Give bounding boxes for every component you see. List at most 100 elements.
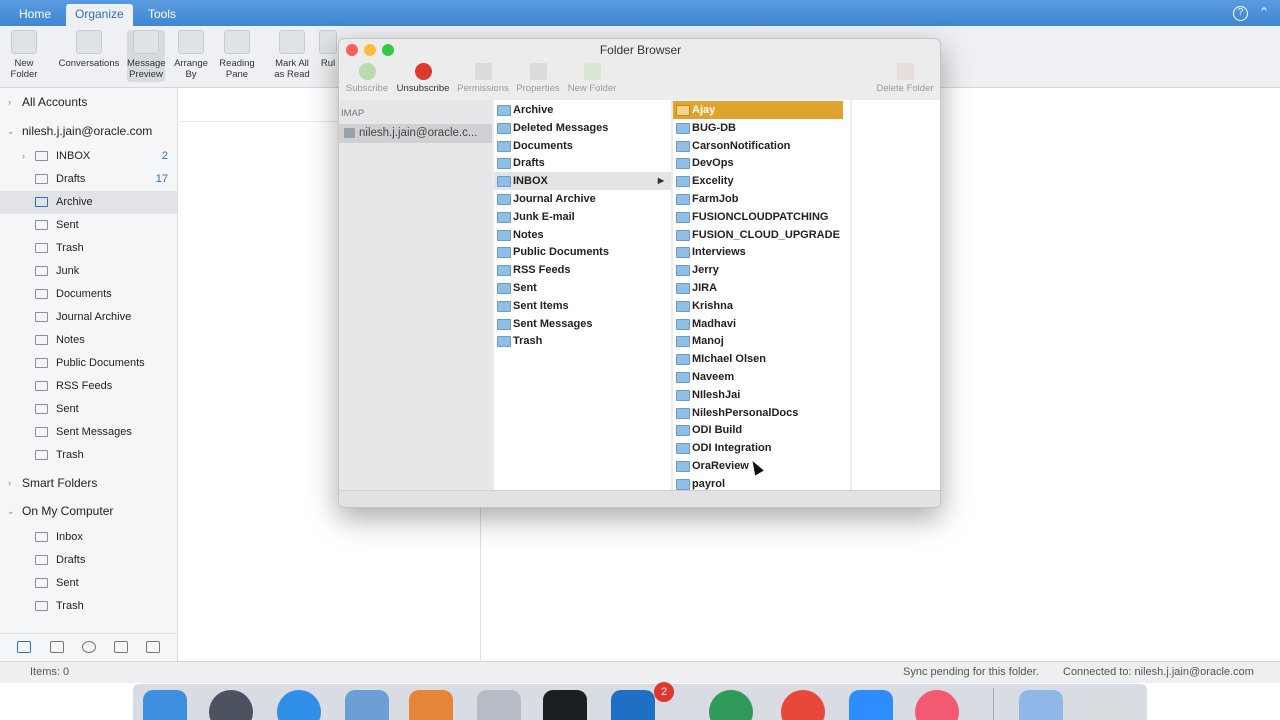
sidebar-item-sent[interactable]: Sent bbox=[0, 214, 177, 237]
basketball-app-icon[interactable] bbox=[409, 690, 453, 720]
folder-row[interactable]: ODI Integration bbox=[673, 439, 850, 457]
subscribe-button[interactable]: Subscribe bbox=[345, 63, 389, 94]
tab-home[interactable]: Home bbox=[10, 5, 60, 26]
sidebar-item-drafts[interactable]: Drafts 17 bbox=[0, 168, 177, 191]
folder-row[interactable]: Archive bbox=[494, 101, 671, 119]
folder-row[interactable]: Sent Items bbox=[494, 297, 671, 315]
sidebar-item-public-documents[interactable]: Public Documents bbox=[0, 352, 177, 375]
message-preview-button[interactable]: Message Preview bbox=[127, 30, 166, 82]
folder-row[interactable]: Ajay bbox=[673, 101, 843, 119]
dialog-title: Folder Browser bbox=[599, 43, 682, 57]
folder-row[interactable]: INBOX ▶ bbox=[494, 172, 671, 191]
folder-row[interactable]: FUSION_CLOUD_UPGRADE bbox=[673, 226, 850, 244]
folder-row[interactable]: RSS Feeds bbox=[494, 261, 671, 279]
rules-button[interactable]: Rul bbox=[318, 30, 338, 69]
folder-row[interactable]: Sent bbox=[494, 279, 671, 297]
folder-icon bbox=[676, 176, 690, 188]
local-item-inbox[interactable]: Inbox bbox=[0, 526, 177, 549]
conversations-button[interactable]: Conversations bbox=[56, 30, 122, 69]
sidebar-item-sent-messages[interactable]: Sent Messages bbox=[0, 421, 177, 444]
mark-all-as-read-button[interactable]: Mark All as Read bbox=[272, 30, 312, 80]
sidebar-item-rss-feeds[interactable]: RSS Feeds bbox=[0, 375, 177, 398]
sidebar-item-journal-archive[interactable]: Journal Archive bbox=[0, 306, 177, 329]
chevron-down-icon: ⌄ bbox=[7, 126, 15, 136]
folder-row[interactable]: Naveem bbox=[673, 368, 850, 386]
local-item-trash[interactable]: Trash bbox=[0, 595, 177, 618]
calendar-icon[interactable] bbox=[50, 641, 64, 653]
sidebar-item-trash[interactable]: Trash bbox=[0, 237, 177, 260]
trash-can-icon[interactable] bbox=[1085, 690, 1129, 720]
status-bar: Items: 0 Sync pending for this folder. C… bbox=[0, 661, 1280, 683]
folder-row[interactable]: Junk E-mail bbox=[494, 208, 671, 226]
safari-icon[interactable] bbox=[277, 690, 321, 720]
sidebar-item-documents[interactable]: Documents bbox=[0, 283, 177, 306]
unsubscribe-button[interactable]: Unsubscribe bbox=[395, 63, 451, 94]
help-icon[interactable]: ? bbox=[1233, 6, 1248, 21]
outlook-icon[interactable] bbox=[611, 690, 655, 720]
folder-row[interactable]: CarsonNotification bbox=[673, 137, 850, 155]
permissions-button[interactable]: Permissions bbox=[457, 63, 509, 94]
notes-icon[interactable] bbox=[146, 641, 160, 653]
sidebar-item-trash-folder[interactable]: Trash bbox=[0, 444, 177, 467]
finder-icon[interactable] bbox=[143, 690, 187, 720]
all-accounts-item[interactable]: › All Accounts bbox=[0, 91, 177, 114]
smart-folders-item[interactable]: › Smart Folders bbox=[0, 472, 177, 495]
folder-row[interactable]: JIRA bbox=[673, 279, 850, 297]
sidebar-item-sent-folder[interactable]: Sent bbox=[0, 398, 177, 421]
tasks-icon[interactable] bbox=[114, 641, 128, 653]
arrange-by-button[interactable]: Arrange By bbox=[171, 30, 211, 80]
people-icon[interactable] bbox=[82, 641, 96, 653]
activity-monitor-icon[interactable] bbox=[543, 690, 587, 720]
folder-row[interactable]: ODI Build bbox=[673, 421, 850, 439]
folder-icon bbox=[497, 300, 511, 312]
sidebar-item-inbox[interactable]: › INBOX 2 bbox=[0, 145, 177, 168]
tab-tools[interactable]: Tools bbox=[139, 5, 185, 26]
folder-row[interactable]: Krishna bbox=[673, 297, 850, 315]
folder-row[interactable]: Deleted Messages bbox=[494, 119, 671, 137]
folder-row[interactable]: Madhavi bbox=[673, 315, 850, 333]
folder-row[interactable]: DevOps bbox=[673, 154, 850, 172]
properties-button[interactable]: Properties bbox=[514, 63, 562, 94]
imap-account-row[interactable]: nilesh.j.jain@oracle.c... bbox=[339, 124, 492, 143]
folder-row[interactable]: Interviews bbox=[673, 243, 850, 261]
folder-row[interactable]: FUSIONCLOUDPATCHING bbox=[673, 208, 850, 226]
folder-row[interactable]: Manoj bbox=[673, 332, 850, 350]
zoom-icon[interactable] bbox=[849, 690, 893, 720]
folder-row[interactable]: NileshPersonalDocs bbox=[673, 404, 850, 422]
sidebar-item-junk[interactable]: Junk bbox=[0, 260, 177, 283]
folder-row[interactable]: Excelity bbox=[673, 172, 850, 190]
mail-icon[interactable] bbox=[17, 641, 31, 653]
new-folder-button[interactable]: New Folder bbox=[6, 30, 42, 80]
local-item-drafts[interactable]: Drafts bbox=[0, 549, 177, 572]
folder-row[interactable]: Drafts bbox=[494, 154, 671, 172]
folder-row[interactable]: Trash bbox=[494, 332, 671, 350]
tab-organize[interactable]: Organize bbox=[66, 4, 133, 26]
folder-row[interactable]: Notes bbox=[494, 226, 671, 244]
folder-row[interactable]: Jerry bbox=[673, 261, 850, 279]
downloads-folder-icon[interactable] bbox=[1019, 690, 1063, 720]
folder-row[interactable]: BUG-DB bbox=[673, 119, 850, 137]
system-info-icon[interactable] bbox=[477, 690, 521, 720]
folder-row[interactable]: Documents bbox=[494, 137, 671, 155]
chevron-up-icon[interactable]: ⌃ bbox=[1259, 5, 1269, 19]
folder-row[interactable]: Sent Messages bbox=[494, 315, 671, 333]
folder-row[interactable]: FarmJob bbox=[673, 190, 850, 208]
chrome-icon[interactable] bbox=[781, 690, 825, 720]
delete-folder-button[interactable]: Delete Folder bbox=[875, 63, 935, 94]
account-item[interactable]: ⌄ nilesh.j.jain@oracle.com bbox=[0, 120, 177, 143]
inbox-icon bbox=[35, 151, 48, 161]
folder-row[interactable]: NIleshJai bbox=[673, 386, 850, 404]
on-my-computer-item[interactable]: ⌄ On My Computer bbox=[0, 500, 177, 523]
local-item-sent[interactable]: Sent bbox=[0, 572, 177, 595]
folder-row[interactable]: Journal Archive bbox=[494, 190, 671, 208]
sidebar-item-notes[interactable]: Notes bbox=[0, 329, 177, 352]
reading-pane-button[interactable]: Reading Pane bbox=[217, 30, 257, 80]
launchpad-icon[interactable] bbox=[209, 690, 253, 720]
network-app-icon[interactable] bbox=[709, 690, 753, 720]
folder-row[interactable]: MIchael Olsen bbox=[673, 350, 850, 368]
folder-row[interactable]: Public Documents bbox=[494, 243, 671, 261]
new-folder-dialog-button[interactable]: New Folder bbox=[567, 63, 617, 94]
music-icon[interactable] bbox=[915, 690, 959, 720]
sidebar-item-archive[interactable]: Archive bbox=[0, 191, 177, 214]
mail-app-icon[interactable] bbox=[345, 690, 389, 720]
